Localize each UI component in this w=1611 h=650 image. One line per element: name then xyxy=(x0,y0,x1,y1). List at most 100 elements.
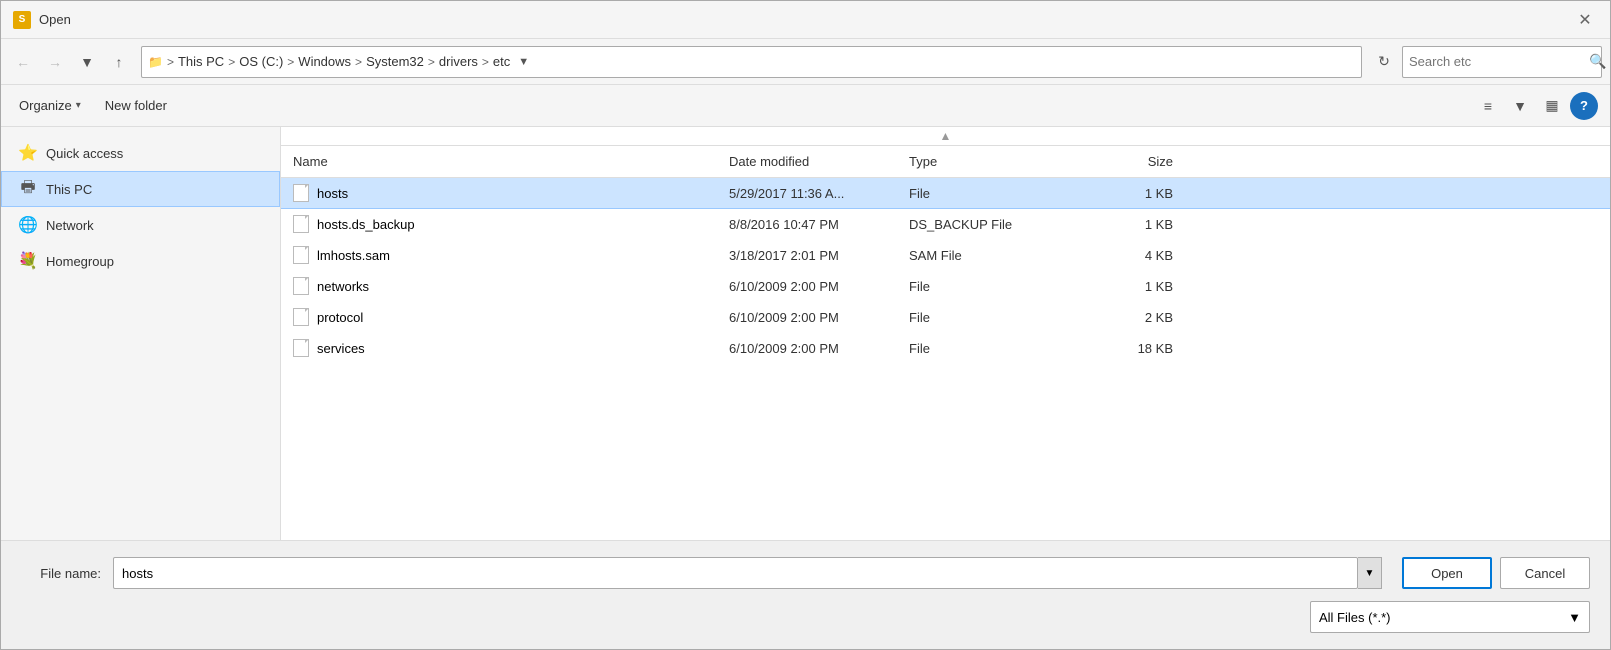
filename-input[interactable] xyxy=(113,557,1358,589)
breadcrumb-drivers[interactable]: drivers xyxy=(439,54,478,69)
table-row[interactable]: hosts 5/29/2017 11:36 A... File 1 KB xyxy=(281,178,1610,209)
refresh-button[interactable]: ↻ xyxy=(1370,48,1398,76)
breadcrumb-this-pc[interactable]: This PC xyxy=(178,54,224,69)
table-row[interactable]: hosts.ds_backup 8/8/2016 10:47 PM DS_BAC… xyxy=(281,209,1610,240)
col-header-date[interactable]: Date modified xyxy=(721,150,901,173)
title-bar-left: S Open xyxy=(13,11,71,29)
sidebar-label-homegroup: Homegroup xyxy=(46,254,114,269)
search-input[interactable] xyxy=(1409,54,1585,69)
footer-filename-row: File name: ▼ Open Cancel xyxy=(21,557,1590,589)
breadcrumb-sep-0: > xyxy=(167,55,174,69)
file-list-container: ▲ Name Date modified Type Size hosts 5/2… xyxy=(281,127,1610,540)
file-date: 6/10/2009 2:00 PM xyxy=(721,335,901,362)
file-date: 3/18/2017 2:01 PM xyxy=(721,242,901,269)
sidebar-label-network: Network xyxy=(46,218,94,233)
file-size: 18 KB xyxy=(1081,335,1181,362)
file-name-label: hosts.ds_backup xyxy=(317,217,415,232)
file-icon xyxy=(293,184,309,202)
breadcrumb-sep-1: > xyxy=(228,55,235,69)
filetype-select[interactable]: All Files (*.*) ▼ xyxy=(1310,601,1590,633)
col-header-name[interactable]: Name xyxy=(281,150,721,173)
organize-label: Organize xyxy=(19,98,72,113)
file-date: 5/29/2017 11:36 A... xyxy=(721,180,901,207)
breadcrumb-os-c[interactable]: OS (C:) xyxy=(239,54,283,69)
file-name-label: services xyxy=(317,341,365,356)
file-size: 1 KB xyxy=(1081,180,1181,207)
cancel-button[interactable]: Cancel xyxy=(1500,557,1590,589)
file-name-services: services xyxy=(281,333,721,363)
file-icon xyxy=(293,339,309,357)
sidebar-item-quick-access[interactable]: ⭐ Quick access xyxy=(1,135,280,171)
homegroup-icon: 💐 xyxy=(18,251,38,271)
file-list-header: Name Date modified Type Size xyxy=(281,146,1610,178)
forward-button[interactable]: → xyxy=(41,48,69,76)
breadcrumb-sep-3: > xyxy=(355,55,362,69)
dialog-title: Open xyxy=(39,12,71,27)
file-name-hosts: hosts xyxy=(281,178,721,208)
title-bar: S Open ✕ xyxy=(1,1,1610,39)
search-bar: 🔍 xyxy=(1402,46,1602,78)
file-icon xyxy=(293,308,309,326)
toolbar-right: ≡ ▼ ▦ ? xyxy=(1474,92,1598,120)
file-icon xyxy=(293,246,309,264)
organize-dropdown-icon: ▾ xyxy=(76,100,81,111)
organize-button[interactable]: Organize ▾ xyxy=(13,94,87,117)
view-dropdown-button[interactable]: ▼ xyxy=(1506,92,1534,120)
new-folder-button[interactable]: New folder xyxy=(99,94,173,117)
filename-dropdown-button[interactable]: ▼ xyxy=(1358,557,1382,589)
sidebar-item-network[interactable]: 🌐 Network xyxy=(1,207,280,243)
close-button[interactable]: ✕ xyxy=(1572,7,1598,33)
help-button[interactable]: ? xyxy=(1570,92,1598,120)
nav-bar: ← → ▼ ↑ 📁 > This PC > OS (C:) > Windows … xyxy=(1,39,1610,85)
footer-type-row: All Files (*.*) ▼ xyxy=(21,601,1590,633)
content-area: ⭐ Quick access 🖶 This PC 🌐 Network 💐 Hom… xyxy=(1,127,1610,540)
breadcrumb-system32[interactable]: System32 xyxy=(366,54,424,69)
up-button[interactable]: ↑ xyxy=(105,48,133,76)
open-dialog: S Open ✕ ← → ▼ ↑ 📁 > This PC > OS (C:) >… xyxy=(0,0,1611,650)
file-name-label: protocol xyxy=(317,310,363,325)
new-folder-label: New folder xyxy=(105,98,167,113)
file-size: 1 KB xyxy=(1081,211,1181,238)
file-type: File xyxy=(901,335,1081,362)
file-name-networks: networks xyxy=(281,271,721,301)
sidebar-label-this-pc: This PC xyxy=(46,182,92,197)
file-name-label: hosts xyxy=(317,186,348,201)
file-icon xyxy=(293,215,309,233)
table-row[interactable]: networks 6/10/2009 2:00 PM File 1 KB xyxy=(281,271,1610,302)
toolbar: Organize ▾ New folder ≡ ▼ ▦ ? xyxy=(1,85,1610,127)
view-list-button[interactable]: ≡ xyxy=(1474,92,1502,120)
file-name-label: lmhosts.sam xyxy=(317,248,390,263)
file-size: 1 KB xyxy=(1081,273,1181,300)
breadcrumb-etc[interactable]: etc xyxy=(493,54,510,69)
sort-indicator: ▲ xyxy=(281,127,1610,146)
file-name-label: networks xyxy=(317,279,369,294)
sidebar-label-quick-access: Quick access xyxy=(46,146,123,161)
this-pc-icon: 🖶 xyxy=(18,179,38,199)
sidebar-item-homegroup[interactable]: 💐 Homegroup xyxy=(1,243,280,279)
col-header-type[interactable]: Type xyxy=(901,150,1081,173)
table-row[interactable]: lmhosts.sam 3/18/2017 2:01 PM SAM File 4… xyxy=(281,240,1610,271)
col-header-size[interactable]: Size xyxy=(1081,150,1181,173)
table-row[interactable]: services 6/10/2009 2:00 PM File 18 KB xyxy=(281,333,1610,364)
sidebar-item-this-pc[interactable]: 🖶 This PC xyxy=(1,171,280,207)
breadcrumb-dropdown-button[interactable]: ▼ xyxy=(518,56,529,68)
breadcrumb-sep-5: > xyxy=(482,55,489,69)
breadcrumb-windows[interactable]: Windows xyxy=(298,54,351,69)
file-size: 2 KB xyxy=(1081,304,1181,331)
view-tile-button[interactable]: ▦ xyxy=(1538,92,1566,120)
breadcrumb[interactable]: 📁 > This PC > OS (C:) > Windows > System… xyxy=(141,46,1362,78)
file-size: 4 KB xyxy=(1081,242,1181,269)
file-date: 6/10/2009 2:00 PM xyxy=(721,273,901,300)
search-icon: 🔍 xyxy=(1589,53,1606,70)
open-button[interactable]: Open xyxy=(1402,557,1492,589)
file-date: 6/10/2009 2:00 PM xyxy=(721,304,901,331)
table-row[interactable]: protocol 6/10/2009 2:00 PM File 2 KB xyxy=(281,302,1610,333)
network-icon: 🌐 xyxy=(18,215,38,235)
file-type: SAM File xyxy=(901,242,1081,269)
filetype-dropdown-icon: ▼ xyxy=(1568,610,1581,625)
recent-locations-button[interactable]: ▼ xyxy=(73,48,101,76)
file-type: DS_BACKUP File xyxy=(901,211,1081,238)
back-button[interactable]: ← xyxy=(9,48,37,76)
filetype-value: All Files (*.*) xyxy=(1319,610,1391,625)
footer: File name: ▼ Open Cancel All Files (*.*)… xyxy=(1,540,1610,649)
